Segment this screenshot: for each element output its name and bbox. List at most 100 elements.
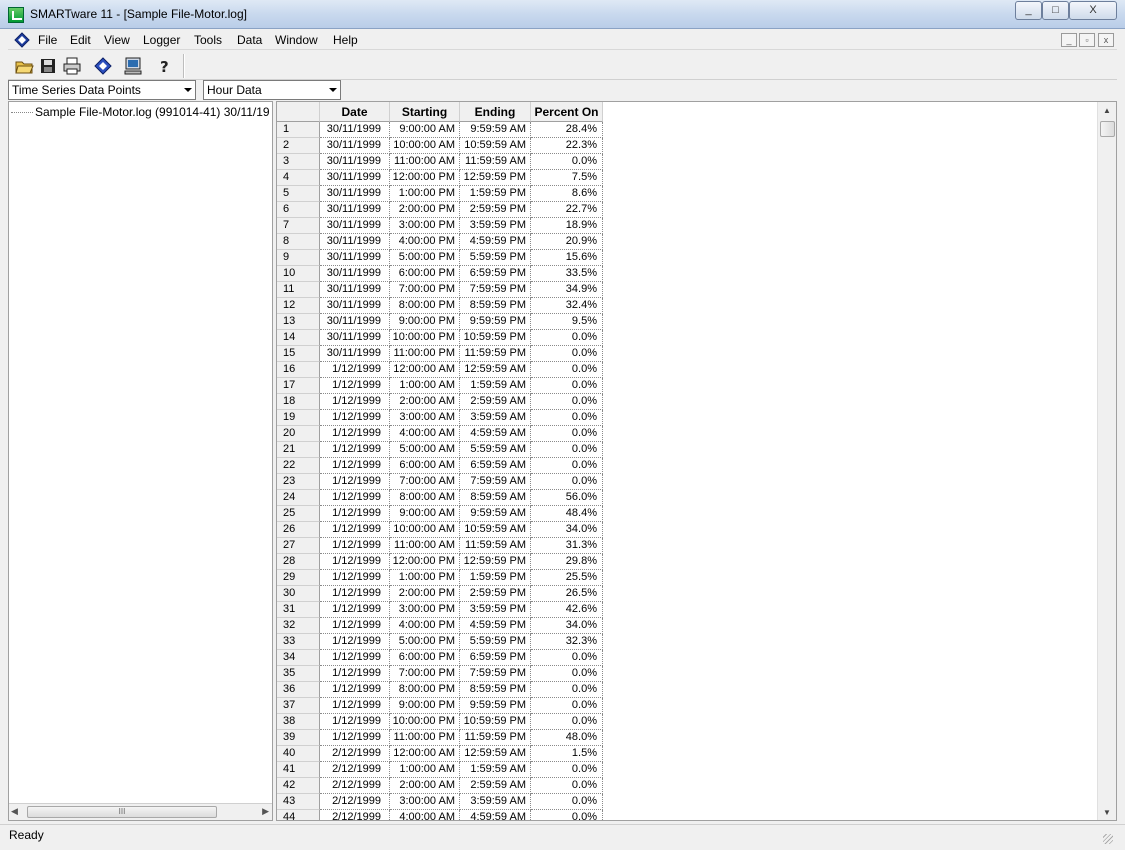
mdi-minimize-button[interactable]: _ [1061,33,1077,47]
row-number-cell[interactable]: 25 [277,506,320,522]
row-number-cell[interactable]: 39 [277,730,320,746]
date-cell[interactable]: 2/12/1999 [320,810,390,820]
ending-cell[interactable]: 7:59:59 AM [460,474,531,490]
starting-cell[interactable]: 2:00:00 AM [390,778,460,794]
row-number-cell[interactable]: 1 [277,122,320,138]
starting-cell[interactable]: 1:00:00 PM [390,570,460,586]
row-number-cell[interactable]: 16 [277,362,320,378]
vertical-scrollbar[interactable]: ▲ ▼ [1097,102,1116,820]
scroll-down-arrow-icon[interactable]: ▼ [1103,808,1111,817]
scrollbar-thumb[interactable]: III [27,806,217,818]
date-cell[interactable]: 2/12/1999 [320,778,390,794]
table-row[interactable]: 44 2/12/1999 4:00:00 AM 4:59:59 AM 0.0% [277,810,603,820]
date-cell[interactable]: 1/12/1999 [320,538,390,554]
table-row[interactable]: 2 30/11/1999 10:00:00 AM 10:59:59 AM 22.3% [277,138,603,154]
computer-icon[interactable] [122,55,144,77]
row-number-cell[interactable]: 23 [277,474,320,490]
ending-cell[interactable]: 1:59:59 AM [460,378,531,394]
percent-on-cell[interactable]: 0.0% [531,794,603,810]
row-number-cell[interactable]: 3 [277,154,320,170]
minimize-button[interactable]: _ [1015,1,1042,20]
row-number-cell[interactable]: 34 [277,650,320,666]
row-number-cell[interactable]: 38 [277,714,320,730]
row-number-cell[interactable]: 12 [277,298,320,314]
percent-on-cell[interactable]: 9.5% [531,314,603,330]
ending-cell[interactable]: 4:59:59 AM [460,810,531,820]
ending-cell[interactable]: 12:59:59 AM [460,362,531,378]
ending-cell[interactable]: 1:59:59 PM [460,186,531,202]
row-number-cell[interactable]: 42 [277,778,320,794]
percent-on-cell[interactable]: 0.0% [531,330,603,346]
ending-cell[interactable]: 5:59:59 PM [460,634,531,650]
ending-cell[interactable]: 11:59:59 AM [460,538,531,554]
table-row[interactable]: 3 30/11/1999 11:00:00 AM 11:59:59 AM 0.0% [277,154,603,170]
table-row[interactable]: 1 30/11/1999 9:00:00 AM 9:59:59 AM 28.4% [277,122,603,138]
save-disk-icon[interactable] [37,55,59,77]
starting-cell[interactable]: 2:00:00 AM [390,394,460,410]
starting-cell[interactable]: 2:00:00 PM [390,202,460,218]
starting-cell[interactable]: 2:00:00 PM [390,586,460,602]
menu-tools[interactable]: Tools [194,33,222,47]
table-row[interactable]: 37 1/12/1999 9:00:00 PM 9:59:59 PM 0.0% [277,698,603,714]
date-cell[interactable]: 30/11/1999 [320,234,390,250]
date-cell[interactable]: 1/12/1999 [320,490,390,506]
date-cell[interactable]: 30/11/1999 [320,138,390,154]
ending-cell[interactable]: 12:59:59 PM [460,554,531,570]
starting-cell[interactable]: 9:00:00 AM [390,506,460,522]
ending-cell[interactable]: 7:59:59 PM [460,666,531,682]
table-row[interactable]: 43 2/12/1999 3:00:00 AM 3:59:59 AM 0.0% [277,794,603,810]
percent-on-cell[interactable]: 0.0% [531,346,603,362]
table-row[interactable]: 24 1/12/1999 8:00:00 AM 8:59:59 AM 56.0% [277,490,603,506]
date-cell[interactable]: 30/11/1999 [320,186,390,202]
starting-cell[interactable]: 12:00:00 PM [390,554,460,570]
chevron-down-icon[interactable] [184,88,192,92]
ending-cell[interactable]: 3:59:59 PM [460,602,531,618]
row-number-cell[interactable]: 44 [277,810,320,820]
row-number-cell[interactable]: 4 [277,170,320,186]
menu-window[interactable]: Window [275,33,318,47]
percent-on-cell[interactable]: 0.0% [531,698,603,714]
table-row[interactable]: 10 30/11/1999 6:00:00 PM 6:59:59 PM 33.5% [277,266,603,282]
resize-grip-icon[interactable] [1103,834,1113,844]
table-row[interactable]: 36 1/12/1999 8:00:00 PM 8:59:59 PM 0.0% [277,682,603,698]
percent-on-cell[interactable]: 26.5% [531,586,603,602]
date-cell[interactable]: 2/12/1999 [320,746,390,762]
table-row[interactable]: 42 2/12/1999 2:00:00 AM 2:59:59 AM 0.0% [277,778,603,794]
mdi-restore-button[interactable]: ▫ [1079,33,1095,47]
row-number-cell[interactable]: 7 [277,218,320,234]
table-row[interactable]: 23 1/12/1999 7:00:00 AM 7:59:59 AM 0.0% [277,474,603,490]
percent-on-cell[interactable]: 0.0% [531,410,603,426]
ending-cell[interactable]: 2:59:59 AM [460,778,531,794]
starting-cell[interactable]: 3:00:00 PM [390,218,460,234]
date-cell[interactable]: 30/11/1999 [320,122,390,138]
row-number-cell[interactable]: 21 [277,442,320,458]
starting-cell[interactable]: 1:00:00 AM [390,378,460,394]
row-number-cell[interactable]: 33 [277,634,320,650]
ending-cell[interactable]: 3:59:59 AM [460,794,531,810]
table-row[interactable]: 30 1/12/1999 2:00:00 PM 2:59:59 PM 26.5% [277,586,603,602]
starting-cell[interactable]: 8:00:00 AM [390,490,460,506]
percent-on-cell[interactable]: 22.7% [531,202,603,218]
ending-cell[interactable]: 11:59:59 PM [460,346,531,362]
ending-cell[interactable]: 1:59:59 PM [460,570,531,586]
percent-on-cell[interactable]: 0.0% [531,378,603,394]
ending-cell[interactable]: 1:59:59 AM [460,762,531,778]
ending-cell[interactable]: 11:59:59 AM [460,154,531,170]
row-number-cell[interactable]: 22 [277,458,320,474]
table-row[interactable]: 28 1/12/1999 12:00:00 PM 12:59:59 PM 29.8% [277,554,603,570]
percent-on-cell[interactable]: 22.3% [531,138,603,154]
starting-cell[interactable]: 4:00:00 PM [390,618,460,634]
starting-cell[interactable]: 1:00:00 AM [390,762,460,778]
table-row[interactable]: 5 30/11/1999 1:00:00 PM 1:59:59 PM 8.6% [277,186,603,202]
ending-cell[interactable]: 8:59:59 AM [460,490,531,506]
date-cell[interactable]: 2/12/1999 [320,794,390,810]
mdi-close-button[interactable]: x [1098,33,1114,47]
row-number-cell[interactable]: 10 [277,266,320,282]
scrollbar-thumb[interactable] [1100,121,1115,137]
percent-on-cell[interactable]: 0.0% [531,714,603,730]
ending-cell[interactable]: 10:59:59 PM [460,714,531,730]
date-cell[interactable]: 30/11/1999 [320,282,390,298]
table-row[interactable]: 18 1/12/1999 2:00:00 AM 2:59:59 AM 0.0% [277,394,603,410]
interval-selector[interactable]: Hour Data [203,80,341,100]
starting-cell[interactable]: 11:00:00 AM [390,538,460,554]
